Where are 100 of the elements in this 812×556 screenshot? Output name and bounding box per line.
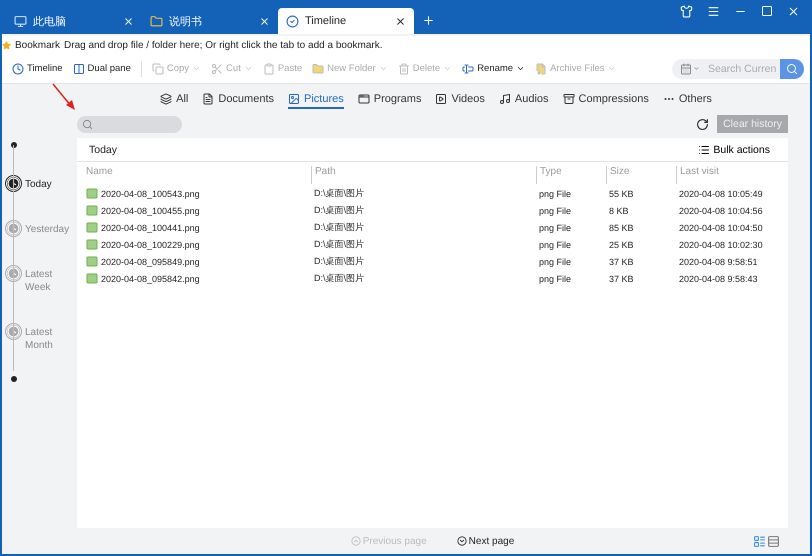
table-cell-text: png File (538, 238, 572, 252)
refresh-icon[interactable] (696, 118, 710, 130)
archive-icon (535, 62, 548, 74)
trash-icon (398, 62, 410, 74)
category-tab[interactable]: Videos (435, 91, 485, 109)
columns-icon (72, 62, 85, 74)
table-cell-text: 25 KB (608, 238, 635, 252)
next-page-button[interactable]: Next page (450, 534, 520, 548)
category-tab[interactable]: Documents (202, 91, 274, 109)
timeline-item[interactable]: Latest Week (2, 266, 77, 294)
folder-icon (150, 14, 163, 28)
image-icon (288, 93, 300, 105)
tile-view-icon[interactable] (767, 534, 780, 548)
caret-icon (693, 65, 700, 72)
toolbar-button[interactable]: Rename (458, 60, 530, 76)
tab-label: 此电脑 (33, 14, 67, 28)
close-icon[interactable] (123, 16, 134, 26)
category-tab[interactable]: Audios (498, 91, 549, 109)
tab[interactable]: 说明书 (142, 8, 278, 34)
column-header[interactable]: Type (536, 166, 606, 184)
document-icon (202, 93, 214, 105)
image-file-icon (86, 239, 98, 250)
table-cell-text: D:\桌面\图片 (313, 221, 366, 234)
new-tab-icon[interactable] (422, 14, 435, 27)
timeline-dot (11, 376, 17, 382)
file-name: 2020-04-08_100229.png (101, 240, 200, 250)
timeline-item[interactable]: Yesterday (2, 221, 77, 236)
clipboard-icon (262, 62, 275, 74)
toolbar-button[interactable]: Dual pane (68, 60, 135, 76)
window-icon (358, 93, 370, 105)
category-tab[interactable]: Pictures (288, 91, 344, 109)
bookmark-label: Bookmark (15, 40, 60, 50)
table-cell-text: 2020-04-08 10:02:30 (678, 238, 764, 252)
timeline-item[interactable]: Today (2, 176, 77, 191)
close-icon[interactable] (259, 16, 270, 26)
table-cell-text: 2020-04-08 10:05:49 (678, 188, 764, 200)
close-icon[interactable] (395, 16, 406, 26)
folder-icon (312, 62, 324, 74)
filter-field[interactable] (77, 116, 182, 132)
search-field[interactable]: Search Curren (704, 58, 780, 78)
file-name: 2020-04-08_100543.png (101, 188, 200, 198)
toolbar-button[interactable]: Timeline (8, 60, 67, 76)
category-tab[interactable]: Compressions (562, 91, 649, 109)
file-name: 2020-04-08_095842.png (101, 274, 200, 284)
timeline-item[interactable]: Latest Month (2, 324, 77, 352)
up-circle-icon (350, 536, 361, 546)
search-icon (786, 62, 798, 74)
star-icon (2, 40, 11, 50)
table-cell-text: png File (538, 204, 572, 218)
image-file-icon (86, 188, 98, 199)
menu-icon[interactable] (707, 5, 720, 18)
column-header[interactable]: Last visit (676, 166, 782, 184)
search-button[interactable] (780, 58, 804, 78)
table-cell-text: D:\桌面\图片 (313, 255, 366, 268)
table-cell-text: png File (538, 222, 572, 235)
file-name: 2020-04-08_100455.png (101, 206, 200, 216)
layers-icon (160, 93, 172, 105)
table-cell-text: 2020-04-08 10:04:50 (678, 222, 764, 234)
table-cell-text: 85 KB (608, 222, 635, 234)
file-name: 2020-04-08_095849.png (101, 256, 200, 266)
image-file-icon (86, 222, 98, 233)
table-cell-text: 2020-04-08 9:58:43 (678, 272, 759, 286)
tab[interactable]: Timeline (278, 8, 414, 34)
shirt-icon[interactable] (680, 5, 693, 18)
image-file-icon (86, 256, 98, 267)
tab-label: Timeline (305, 15, 348, 27)
bookmark-hint: Drag and drop file / folder here; Or right click the tab to add a bookmark. (64, 40, 383, 50)
table-cell-text: D:\桌面\图片 (313, 204, 366, 217)
date-filter-button[interactable] (672, 58, 704, 78)
file-name: 2020-04-08_100441.png (101, 222, 200, 232)
table-cell-text: png File (538, 188, 572, 201)
archive-icon (562, 93, 575, 105)
bulk-actions-button[interactable]: Bulk actions (692, 142, 776, 156)
monitor-icon (14, 14, 27, 28)
column-header[interactable]: Path (311, 166, 536, 184)
category-tab[interactable]: Programs (358, 91, 422, 109)
clock-icon (12, 62, 24, 74)
clock-icon (6, 221, 21, 236)
clock-icon (6, 324, 21, 339)
panel-title: Today (89, 144, 118, 156)
text-cursor-icon (462, 62, 474, 74)
column-header[interactable]: Size (606, 166, 676, 184)
check-circle-icon (286, 14, 299, 28)
maximize-icon[interactable] (761, 5, 773, 17)
table-cell-text: 2020-04-08 10:04:56 (678, 204, 764, 218)
list-view-icon[interactable] (753, 534, 766, 548)
category-tab[interactable]: All (160, 91, 188, 109)
music-icon (498, 93, 511, 105)
image-file-icon (86, 273, 98, 284)
column-header[interactable]: Name (83, 166, 311, 184)
table-cell-text: 2020-04-08 9:58:51 (678, 256, 759, 268)
table-cell-text: D:\桌面\图片 (313, 187, 366, 200)
table-cell-text: png File (538, 272, 572, 286)
calendar-icon (680, 62, 692, 74)
copy-icon (152, 62, 164, 74)
table-cell-text: png File (538, 256, 572, 269)
category-tab[interactable]: Others (662, 91, 712, 109)
close-icon[interactable] (787, 5, 800, 18)
table-cell-text: 37 KB (608, 272, 635, 286)
tab[interactable]: 此电脑 (6, 8, 142, 34)
